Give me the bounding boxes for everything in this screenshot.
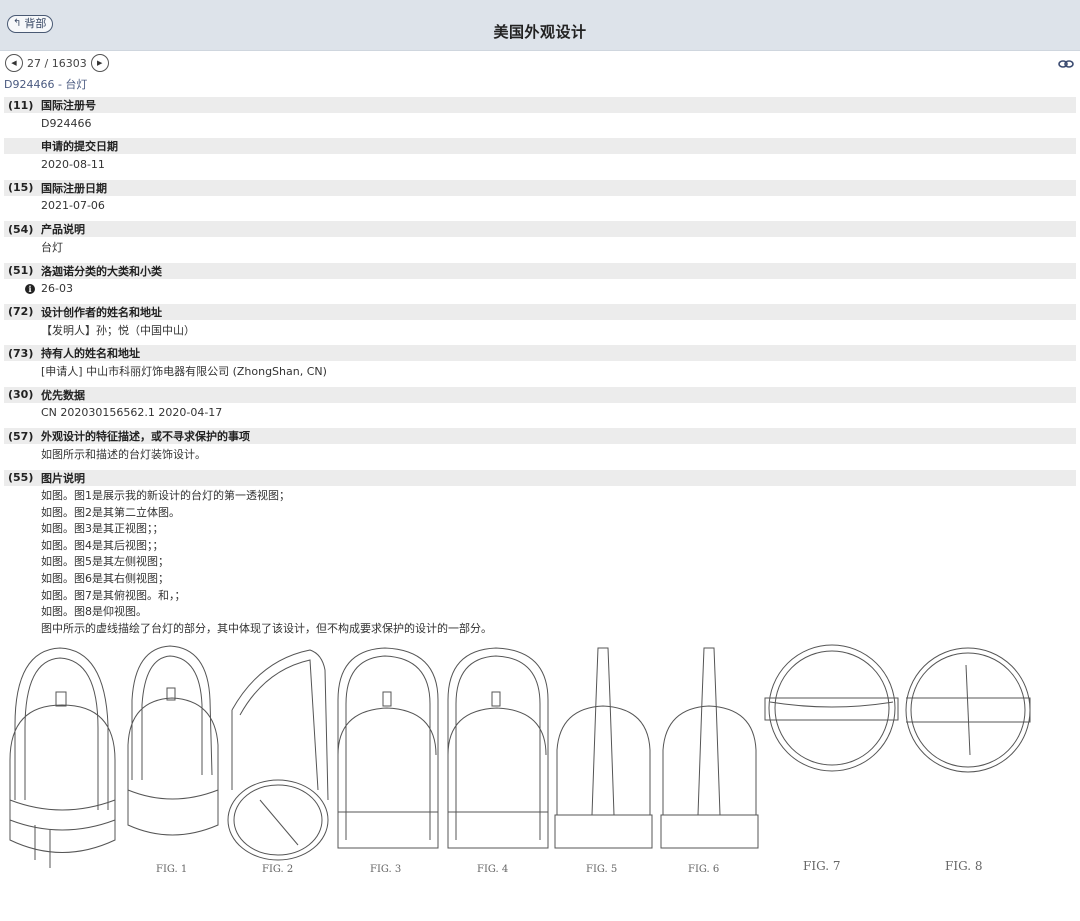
fields-list: (11) 国际注册号 D924466 申请的提交日期 2020-08-11 (15… [4, 97, 1076, 511]
fig-label: FIG. 3 [370, 864, 401, 875]
page-title: 美国外观设计 [493, 23, 587, 41]
description-line: 如图。图2是其第二立体图。 [41, 505, 180, 519]
field-value: 2020-08-11 [41, 157, 105, 171]
field-label: 洛迦诺分类的大类和小类 [41, 264, 162, 278]
field-registration-date: (15) 国际注册日期 2021-07-06 [4, 179, 1076, 221]
pager-position: 27 / 16303 [27, 56, 87, 70]
description-line: 如图。图6是其右侧视图； [41, 571, 169, 585]
field-label: 国际注册日期 [41, 181, 107, 195]
fig5-drawing [554, 647, 653, 849]
field-designer: (72) 设计创作者的姓名和地址 【发明人】孙；悦（中国中山） [4, 303, 1076, 345]
field-code: (54) [8, 222, 34, 236]
description-line: 如图。图3是其正视图；； [41, 522, 164, 536]
field-label: 图片说明 [41, 471, 85, 485]
field-label: 设计创作者的姓名和地址 [41, 305, 162, 319]
field-value: 如图所示和描述的台灯装饰设计。 [41, 448, 206, 462]
field-value: 2021-07-06 [41, 199, 105, 213]
field-value: D924466 [41, 116, 92, 130]
next-circle-icon[interactable]: ▶ [90, 54, 109, 72]
description-line: 如图。图1是展示我的新设计的台灯的第一透视图； [41, 489, 290, 502]
field-code: (57) [8, 429, 34, 443]
field-label: 优先数据 [41, 388, 85, 402]
fig-label: FIG. 2 [262, 864, 293, 875]
field-product-description: (54) 产品说明 台灯 [4, 221, 1076, 262]
patent-drawings: FIG. 1 FIG. 2 FIG. 3 FIG. 4 FIG. 5 FIG. … [0, 640, 1080, 880]
description-line: 如图。图5是其左侧视图； [41, 555, 169, 569]
field-value: 台灯 [41, 241, 63, 255]
fig2-drawing [227, 649, 329, 861]
field-design-features: (57) 外观设计的特征描述，或不寻求保护的事项 如图所示和描述的台灯装饰设计。 [4, 428, 1076, 469]
field-code: (11) [8, 98, 34, 112]
fig-label: FIG. 6 [688, 864, 719, 875]
field-code: (15) [8, 181, 34, 195]
field-filing-date: 申请的提交日期 2020-08-11 [4, 138, 1076, 179]
field-holder: (73) 持有人的姓名和地址 [申请人] 中山市科丽灯饰电器有限公司 (Zhong… [4, 345, 1076, 386]
field-value: 26-03 [41, 282, 73, 296]
info-icon[interactable]: i [25, 283, 35, 294]
field-label: 外观设计的特征描述，或不寻求保护的事项 [41, 430, 250, 444]
field-priority: (30) 优先数据 CN 202030156562.1 2020-04-17 [4, 386, 1076, 428]
field-code: (55) [8, 471, 34, 485]
field-value: [申请人] 中山市科丽灯饰电器有限公司 (ZhongShan, CN) [41, 365, 327, 379]
field-code: (51) [8, 264, 34, 278]
record-id-title: D924466 - 台灯 [4, 78, 88, 91]
field-label: 国际注册号 [41, 99, 96, 112]
figure-description-lines: 如图。图1是展示我的新设计的台灯的第一透视图； 如图。图2是其第二立体图。 如图… [41, 488, 492, 637]
fig1b-drawing [127, 645, 219, 836]
description-line: 如图。图8是仰视图。 [41, 605, 147, 619]
field-value: CN 202030156562.1 2020-04-17 [41, 406, 223, 420]
fig6-drawing [660, 647, 759, 849]
fig3-drawing [337, 647, 439, 849]
field-label: 持有人的姓名和地址 [41, 347, 140, 361]
fig8-drawing [905, 647, 1031, 773]
fig7-drawing [764, 644, 899, 772]
field-code: (72) [8, 305, 34, 319]
description-line: 如图。图7是其俯视图。和，； [41, 588, 186, 602]
fig4-drawing [447, 647, 549, 849]
prev-circle-icon[interactable]: ◀ [5, 54, 23, 72]
description-line: 图中所示的虚线描绘了台灯的部分，其中体现了该设计，但不构成要求保护的设计的一部分… [41, 621, 492, 635]
fig1-drawing [9, 647, 116, 868]
field-code: (30) [8, 388, 34, 402]
field-locarno-class: (51) 洛迦诺分类的大类和小类 i 26-03 [4, 262, 1076, 304]
field-label: 产品说明 [41, 223, 85, 237]
fig-label: FIG. 8 [945, 859, 983, 873]
description-line: 如图。图4是其后视图；； [41, 538, 164, 552]
fig-label: FIG. 5 [586, 864, 617, 875]
top-bar: ↰ 背部 美国外观设计 [0, 0, 1080, 51]
fig-label: FIG. 1 [156, 864, 187, 875]
fig-label: FIG. 4 [477, 864, 508, 875]
field-registration-number: (11) 国际注册号 D924466 [4, 97, 1076, 138]
link-icon[interactable] [1058, 59, 1074, 69]
fig-label: FIG. 7 [803, 859, 841, 873]
field-value: 【发明人】孙；悦（中国中山） [41, 323, 195, 337]
field-code: (73) [8, 346, 34, 360]
pager: ◀ 27 / 16303 ▶ [5, 54, 109, 72]
field-label: 申请的提交日期 [41, 140, 118, 154]
